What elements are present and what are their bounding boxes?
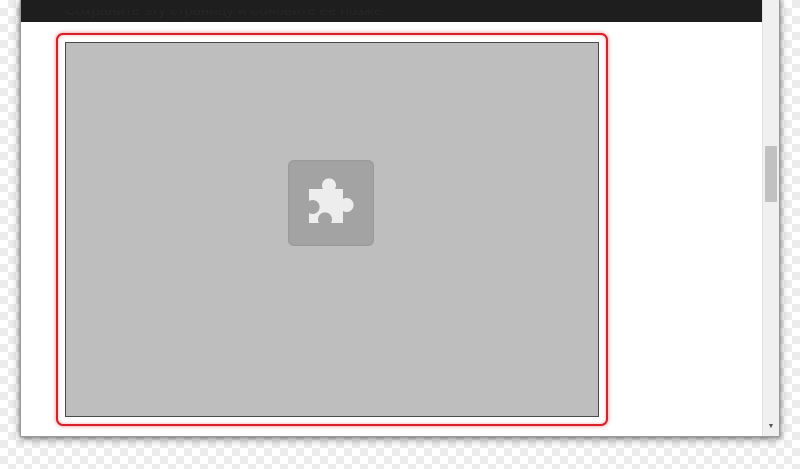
page-content	[21, 22, 762, 436]
puzzle-piece-icon-graphic	[309, 178, 354, 223]
vertical-scrollbar[interactable]: ▼	[762, 0, 779, 436]
highlight-frame	[56, 33, 608, 426]
puzzle-piece-icon	[288, 160, 374, 246]
browser-window: Сохраните эту страницу и обновите её поз…	[20, 0, 780, 437]
plugin-placeholder[interactable]	[65, 42, 599, 417]
scrollbar-thumb[interactable]	[765, 146, 777, 202]
scroll-down-arrow-icon[interactable]: ▼	[763, 420, 779, 434]
clipped-text-content: Сохраните эту страницу и обновите её поз…	[65, 10, 387, 19]
